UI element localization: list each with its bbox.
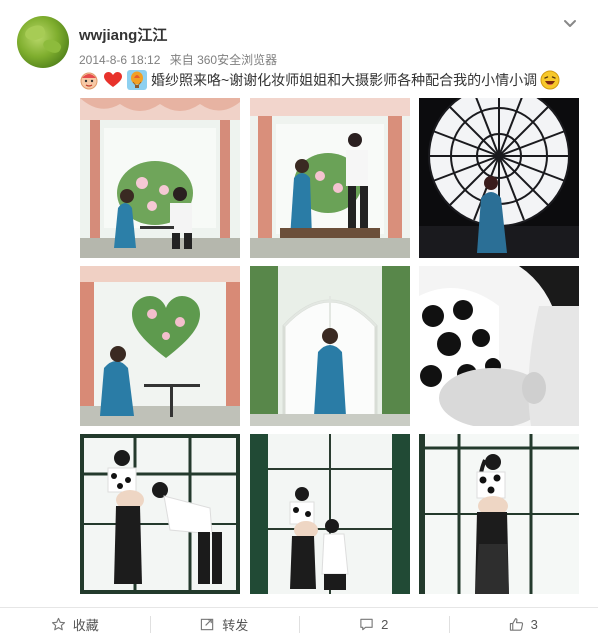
favorite-button[interactable]: 收藏 [0, 608, 150, 640]
comment-button[interactable]: 2 [299, 608, 449, 640]
like-button[interactable]: 3 [448, 608, 598, 640]
post-source: 来自 360安全浏览器 [169, 53, 278, 67]
post-text: 婚纱照来咯~谢谢化妆师姐姐和大摄影师各种配合我的小情小调 [151, 72, 538, 88]
chevron-down-icon[interactable] [562, 16, 578, 32]
baby-face-icon [80, 72, 98, 90]
photo-7[interactable] [80, 434, 240, 594]
photo-8[interactable] [250, 434, 410, 594]
post-date[interactable]: 2014-8-6 18:12 [79, 53, 160, 67]
photo-1[interactable] [80, 98, 240, 258]
photo-4[interactable] [80, 266, 240, 426]
photo-9[interactable] [419, 434, 579, 594]
post-meta: 2014-8-6 18:12 来自 360安全浏览器 [79, 51, 277, 68]
favorite-label: 收藏 [72, 617, 99, 633]
action-bar: 收藏 转发 2 3 [0, 607, 598, 640]
photo-3[interactable] [419, 98, 579, 258]
photo-6[interactable] [419, 266, 579, 426]
photo-5[interactable] [250, 266, 410, 426]
weibo-post-card: wwjiang江江 2014-8-6 18:12 来自 360安全浏览器 婚纱照… [0, 0, 598, 640]
avatar[interactable] [17, 16, 69, 68]
repost-button[interactable]: 转发 [149, 608, 300, 640]
thumbs-up-icon [509, 617, 523, 631]
hot-air-balloon-icon [127, 70, 147, 90]
repost-label: 转发 [222, 617, 249, 633]
comment-count: 2 [381, 616, 389, 632]
username[interactable]: wwjiang江江 [79, 24, 167, 45]
heart-icon [104, 72, 122, 87]
post-content: 婚纱照来咯~谢谢化妆师姐姐和大摄影师各种配合我的小情小调 [79, 69, 560, 91]
comment-icon [360, 618, 373, 630]
photo-2[interactable] [250, 98, 410, 258]
repost-icon [201, 618, 214, 630]
laughing-face-icon [540, 70, 560, 90]
like-count: 3 [530, 616, 538, 632]
star-icon [51, 617, 65, 630]
